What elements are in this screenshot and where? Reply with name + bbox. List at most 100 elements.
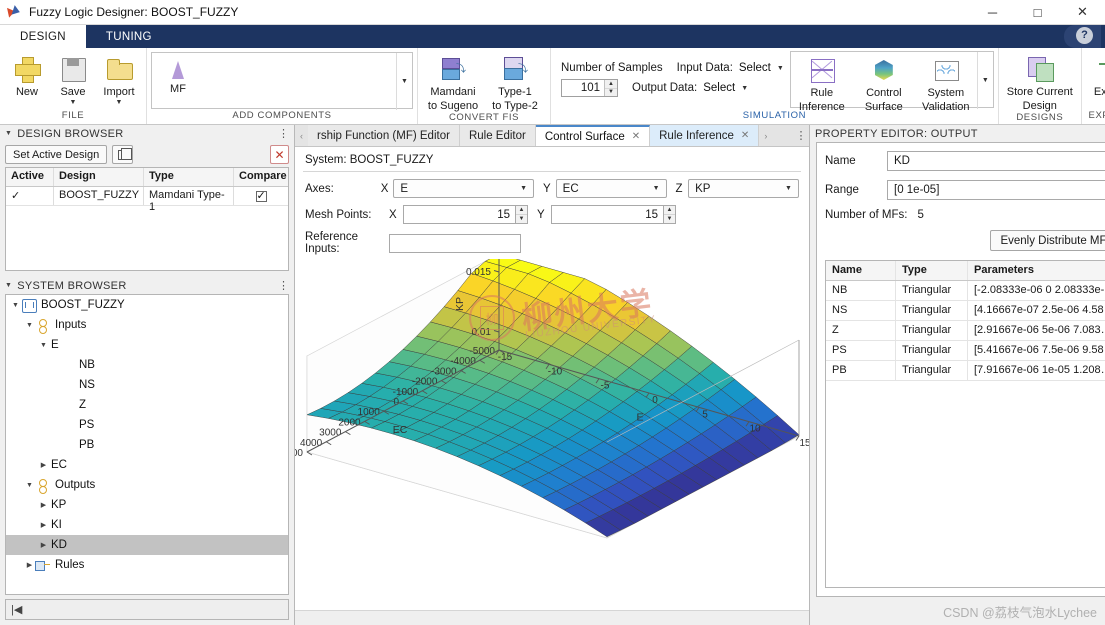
chevron-down-icon[interactable] [38, 342, 49, 349]
export-button[interactable]: Export ▼ [1086, 51, 1105, 106]
number-of-samples-stepper[interactable]: 101 ▲ ▼ [561, 79, 618, 97]
maximize-button[interactable]: □ [1015, 0, 1060, 25]
mesh-x-stepper[interactable]: 15 ▲ ▼ [403, 205, 528, 224]
type1-to-type2-button[interactable]: ⤵ Type-1 to Type-2 [484, 51, 546, 112]
tree-item-kp[interactable]: KP [6, 495, 288, 515]
spin-down-icon[interactable]: ▼ [516, 214, 527, 223]
spin-up-icon[interactable]: ▲ [516, 206, 527, 214]
close-icon[interactable]: ✕ [741, 130, 749, 141]
mesh-y-stepper[interactable]: 15 ▲ ▼ [551, 205, 676, 224]
chevron-down-icon[interactable] [24, 322, 35, 329]
axes-label: Axes: [305, 182, 334, 195]
evenly-distribute-mfs-button[interactable]: Evenly Distribute MFs [990, 230, 1105, 251]
tab-scroll-left-icon[interactable]: ‹ [295, 125, 308, 146]
chevron-right-icon[interactable] [24, 561, 35, 569]
samples-spin-buttons[interactable]: ▲ ▼ [604, 80, 617, 96]
tab-rule-editor[interactable]: Rule Editor [459, 125, 536, 146]
new-button[interactable]: New [4, 51, 50, 98]
tree-item-ec[interactable]: EC [6, 455, 288, 475]
mf-table-row[interactable]: PB Triangular [7.91667e-06 1e-05 1.208… [826, 361, 1105, 381]
tree-item-rules[interactable]: Rules [6, 555, 288, 575]
delete-design-button[interactable]: ✕ [270, 145, 289, 164]
name-input[interactable]: KD [887, 151, 1105, 171]
mf-table-row[interactable]: Z Triangular [2.91667e-06 5e-06 7.083… [826, 321, 1105, 341]
table-row[interactable]: ✓ BOOST_FUZZY Mamdani Type-1 [6, 187, 288, 213]
chevron-right-icon[interactable] [38, 461, 49, 469]
chevron-right-icon[interactable] [38, 501, 49, 509]
axis-y-select[interactable]: EC ▼ [555, 179, 667, 198]
tab-scroll-right-icon[interactable]: › [759, 125, 772, 146]
chevron-down-icon[interactable] [10, 302, 21, 309]
tree-item-boost-fuzzy[interactable]: BOOST_FUZZY [6, 295, 288, 315]
set-active-design-button[interactable]: Set Active Design [5, 145, 108, 164]
tree-item-ps[interactable]: PS [6, 415, 288, 435]
control-surface-plot[interactable]: 0.010.015KP500040003000200010000-1000-20… [295, 259, 809, 610]
add-mf-button[interactable]: MF [152, 53, 204, 95]
chevron-right-icon[interactable] [38, 521, 49, 529]
y-axis-tick-label: -3000 [431, 366, 457, 377]
chevron-right-icon[interactable] [38, 541, 49, 549]
input-data-value[interactable]: Select [739, 62, 771, 74]
collapse-triangle-icon[interactable]: ▼ [5, 130, 12, 137]
output-data-value[interactable]: Select [703, 82, 735, 94]
spin-down-icon[interactable]: ▼ [605, 87, 617, 97]
reference-inputs-input[interactable] [389, 233, 521, 253]
chevron-down-icon[interactable] [24, 482, 35, 489]
spin-down-icon[interactable]: ▼ [664, 214, 675, 223]
tab-control-surface[interactable]: Control Surface ✕ [535, 125, 651, 146]
gallery-chevron-down-icon[interactable]: ▼ [396, 53, 412, 110]
spin-up-icon[interactable]: ▲ [664, 206, 675, 214]
control-surface-button[interactable]: Control Surface [853, 52, 915, 113]
mf-table-row[interactable]: NB Triangular [-2.08333e-06 0 2.08333e-… [826, 281, 1105, 301]
output-data-chevron-down-icon[interactable]: ▼ [741, 85, 748, 92]
tab-mf-editor[interactable]: rship Function (MF) Editor [308, 125, 460, 146]
chevron-down-icon[interactable]: ▼ [70, 99, 77, 106]
help-icon[interactable]: ? [1076, 26, 1093, 44]
rule-inference-button[interactable]: Rule Inference [791, 52, 853, 113]
input-data-chevron-down-icon[interactable]: ▼ [777, 65, 784, 72]
minimize-button[interactable]: ─ [970, 0, 1015, 25]
mesh-y-spin-buttons[interactable]: ▲ ▼ [663, 205, 676, 224]
range-input[interactable]: [0 1e-05] [887, 180, 1105, 200]
tree-item-inputs[interactable]: Inputs [6, 315, 288, 335]
system-browser-menu-icon[interactable]: ⋮ [278, 279, 289, 292]
save-button[interactable]: Save ▼ [50, 51, 96, 106]
mf-table-row[interactable]: PS Triangular [5.41667e-06 7.5e-06 9.58… [826, 341, 1105, 361]
design-browser-menu-icon[interactable]: ⋮ [278, 127, 289, 140]
spin-up-icon[interactable]: ▲ [605, 80, 617, 88]
simulation-chevron-down-icon[interactable]: ▼ [976, 52, 993, 109]
axis-z-select[interactable]: KP ▼ [688, 179, 799, 198]
tree-item-pb[interactable]: PB [6, 435, 288, 455]
tree-item-outputs[interactable]: Outputs [6, 475, 288, 495]
tree-item-z[interactable]: Z [6, 395, 288, 415]
tab-rule-inference[interactable]: Rule Inference ✕ [650, 125, 760, 146]
number-of-samples-input[interactable]: 101 [562, 80, 604, 96]
store-current-design-button[interactable]: Store Current Design [1003, 51, 1077, 112]
import-button[interactable]: Import ▼ [96, 51, 142, 106]
scroll-home-icon[interactable]: |◀ [11, 603, 22, 616]
ribbon-tab-design[interactable]: DESIGN [0, 25, 86, 48]
compare-checkbox[interactable] [255, 189, 267, 202]
axis-x-select[interactable]: E ▼ [393, 179, 535, 198]
close-icon[interactable]: ✕ [632, 131, 640, 142]
ribbon-tab-tuning[interactable]: TUNING [86, 25, 172, 48]
mesh-y-input[interactable]: 15 [551, 205, 663, 224]
duplicate-design-button[interactable] [112, 145, 134, 164]
mf-table-row[interactable]: NS Triangular [4.16667e-07 2.5e-06 4.58… [826, 301, 1105, 321]
mesh-x-spin-buttons[interactable]: ▲ ▼ [515, 205, 528, 224]
mesh-x-input[interactable]: 15 [403, 205, 515, 224]
tree-item-kd[interactable]: KD [6, 535, 288, 555]
system-validation-button[interactable]: System Validation [915, 52, 977, 113]
collapse-triangle-icon[interactable]: ▼ [5, 282, 12, 289]
chevron-down-icon[interactable]: ▼ [116, 99, 123, 106]
cell-compare[interactable] [234, 187, 288, 205]
system-browser-tree[interactable]: BOOST_FUZZY Inputs E NB NS Z PS PB EC Outputs KP KI… [5, 294, 289, 595]
tree-item-ns[interactable]: NS [6, 375, 288, 395]
add-components-gallery[interactable]: MF ▼ [151, 52, 413, 110]
tab-overflow-menu-icon[interactable]: ⋮ [793, 125, 809, 146]
tree-item-ki[interactable]: KI [6, 515, 288, 535]
tree-item-nb[interactable]: NB [6, 355, 288, 375]
tree-item-e[interactable]: E [6, 335, 288, 355]
close-button[interactable]: ✕ [1060, 0, 1105, 25]
mamdani-to-sugeno-button[interactable]: ⤵ Mamdani to Sugeno [422, 51, 484, 112]
